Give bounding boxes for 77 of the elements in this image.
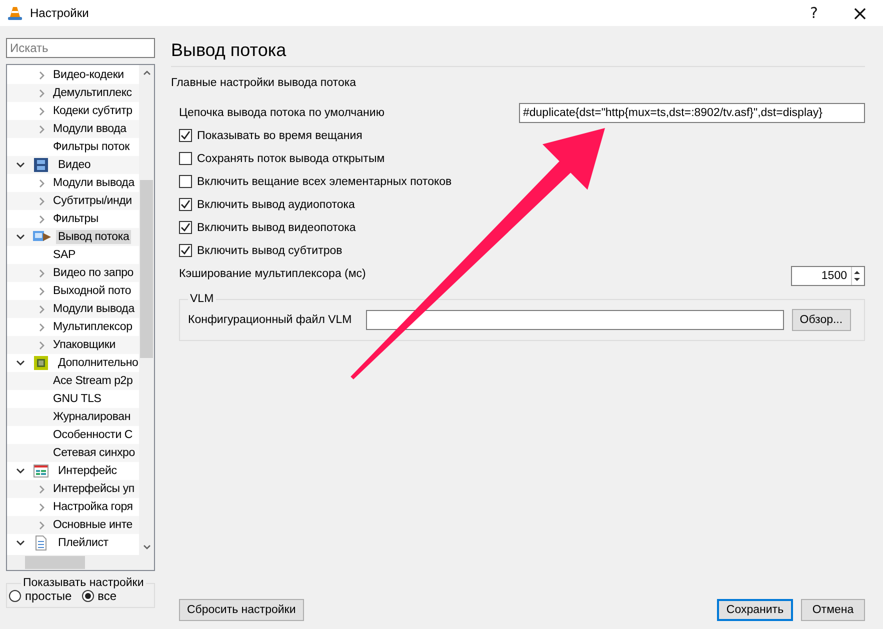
help-button[interactable]: ?: [791, 0, 837, 26]
chevron-right-icon[interactable]: [39, 196, 45, 206]
chevron-down-icon[interactable]: [16, 162, 24, 168]
tree-item[interactable]: Кодеки субтитр: [51, 104, 134, 118]
checkbox[interactable]: [179, 175, 192, 188]
tree-item[interactable]: Дополнительно: [56, 356, 139, 370]
chevron-down-icon[interactable]: [16, 468, 24, 474]
checkbox-label[interactable]: Показывать во время вещания: [197, 130, 362, 142]
chevron-right-icon[interactable]: [39, 178, 45, 188]
field-label: Кэширование мультиплексора (мс): [179, 268, 366, 280]
chevron-right-icon[interactable]: [39, 484, 45, 494]
window-title: Настройки: [30, 6, 89, 20]
close-button[interactable]: ×: [837, 0, 883, 26]
tree-item[interactable]: GNU TLS: [51, 392, 104, 406]
chain-field[interactable]: #duplicate{dst="http{mux=ts,dst=:8902/tv.asf}",dst=display}: [519, 102, 865, 122]
tree-item[interactable]: Настройка горя: [51, 500, 135, 514]
tree-item[interactable]: Особенности С: [51, 428, 135, 442]
save-button[interactable]: Сохранить: [717, 599, 793, 621]
scroll-down-icon[interactable]: [142, 545, 150, 550]
reset-button[interactable]: Сбросить настройки: [179, 599, 304, 621]
search-field[interactable]: Искать: [6, 38, 155, 58]
checkbox[interactable]: [179, 221, 192, 234]
checkbox-label[interactable]: Включить вывод видеопотока: [197, 222, 356, 234]
group-title: VLM: [189, 293, 215, 305]
checkbox[interactable]: [179, 129, 192, 142]
chevron-right-icon[interactable]: [39, 88, 45, 98]
browse-button[interactable]: Обзор...: [792, 309, 851, 331]
checkbox-label[interactable]: Включить вещание всех элементарных потоков: [197, 176, 452, 188]
checkbox-label[interactable]: Включить вывод аудиопотока: [197, 198, 355, 210]
page-title: Вывод потока: [171, 40, 288, 62]
scroll-up-icon[interactable]: [142, 70, 150, 75]
section-heading: Главные настройки вывода потока: [171, 77, 358, 89]
number-spinner[interactable]: 1500: [791, 266, 865, 286]
checkbox-label[interactable]: Включить вывод субтитров: [197, 244, 342, 256]
cone-icon: [7, 5, 23, 21]
chip-icon: [33, 355, 51, 371]
radio-button[interactable]: [9, 590, 21, 602]
checkbox[interactable]: [179, 244, 192, 257]
chevron-right-icon[interactable]: [39, 124, 45, 134]
tree-item[interactable]: Вывод потока: [56, 230, 132, 244]
vertical-scrollbar[interactable]: [139, 65, 154, 555]
chevron-right-icon[interactable]: [39, 70, 45, 80]
tree-item[interactable]: Интерфейс: [56, 464, 119, 478]
tree-item[interactable]: Фильтры: [51, 212, 100, 226]
tree-item[interactable]: Мультиплексор: [51, 320, 134, 334]
checkbox-label[interactable]: Сохранять поток вывода открытым: [197, 152, 385, 164]
chevron-down-icon[interactable]: [16, 540, 24, 546]
radio-button[interactable]: [82, 590, 94, 602]
horizontal-scrollbar[interactable]: [7, 555, 154, 570]
tree-item[interactable]: Видео-кодеки: [51, 68, 126, 82]
chevron-right-icon[interactable]: [39, 340, 45, 350]
tree-item[interactable]: SAP: [51, 248, 78, 262]
radio-label[interactable]: все: [98, 589, 117, 603]
chevron-right-icon[interactable]: [39, 322, 45, 332]
checkbox[interactable]: [179, 198, 192, 211]
chevron-down-icon[interactable]: [16, 360, 24, 366]
field-label: Цепочка вывода потока по умолчанию: [179, 106, 384, 118]
field-label: Конфигурационный файл VLM: [188, 314, 352, 326]
chevron-right-icon[interactable]: [39, 214, 45, 224]
chevron-right-icon[interactable]: [39, 268, 45, 278]
tree-item[interactable]: Фильтры поток: [51, 140, 132, 154]
chevron-right-icon[interactable]: [39, 502, 45, 512]
tree-item[interactable]: Модули вывода: [51, 176, 136, 190]
checkbox[interactable]: [179, 152, 192, 165]
window-icon: [33, 463, 51, 479]
chevron-right-icon[interactable]: [39, 286, 45, 296]
chevron-right-icon[interactable]: [39, 106, 45, 116]
film-icon: [33, 157, 51, 173]
radio-label[interactable]: простые: [25, 589, 72, 603]
group-title: Показывать настройки: [22, 577, 145, 589]
file-field[interactable]: [366, 310, 784, 330]
tree-item[interactable]: Выходной пото: [51, 284, 134, 298]
chevron-down-icon[interactable]: [16, 234, 24, 240]
chevron-right-icon[interactable]: [39, 304, 45, 314]
cancel-button[interactable]: Отмена: [801, 599, 865, 621]
tree-item[interactable]: Плейлист: [56, 536, 110, 550]
chevron-right-icon[interactable]: [39, 520, 45, 530]
